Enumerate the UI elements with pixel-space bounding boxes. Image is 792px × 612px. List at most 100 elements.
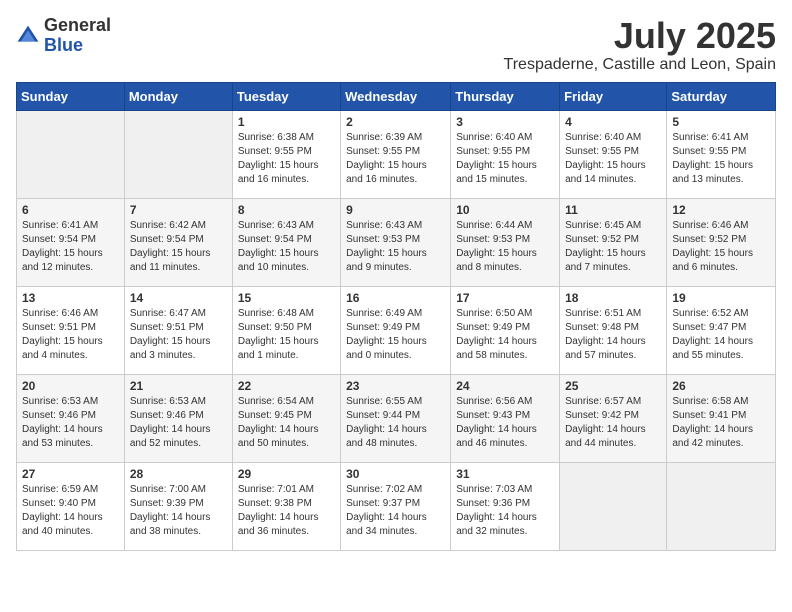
calendar-cell: 21Sunrise: 6:53 AM Sunset: 9:46 PM Dayli… — [124, 374, 232, 462]
day-number: 27 — [22, 467, 119, 481]
calendar-week-row: 20 Sunrise: 6:53 AM Sunset: 9:46 PM Dayli… — [17, 374, 776, 462]
day-number: 8 — [238, 203, 335, 217]
calendar-cell — [560, 462, 667, 550]
calendar-cell: 8 Sunrise: 6:43 AM Sunset: 9:54 PM Daylig… — [232, 198, 340, 286]
day-info: Sunrise: 6:41 AM Sunset: 9:54 PM Dayligh… — [22, 219, 119, 275]
day-number: 18 — [565, 291, 661, 305]
day-info: Sunrise: 6:51 AM Sunset: 9:48 PM Dayligh… — [565, 307, 661, 363]
title-block: July 2025 Trespaderne, Castille and Leon… — [504, 16, 776, 74]
day-info: Sunrise: 6:44 AM Sunset: 9:53 PM Dayligh… — [456, 219, 554, 275]
day-info: Sunrise: 7:03 AM Sunset: 9:36 PM Dayligh… — [456, 483, 554, 539]
day-info: Sunrise: 6:50 AM Sunset: 9:49 PM Dayligh… — [456, 307, 554, 363]
calendar-cell: 17 Sunrise: 6:50 AM Sunset: 9:49 PM Dayli… — [451, 286, 560, 374]
calendar-cell: 2Sunrise: 6:39 AM Sunset: 9:55 PM Daylig… — [341, 110, 451, 198]
day-number: 10 — [456, 203, 554, 217]
day-number: 19 — [672, 291, 770, 305]
day-number: 25 — [565, 379, 661, 393]
day-number: 11 — [565, 203, 661, 217]
day-info: Sunrise: 6:52 AM Sunset: 9:47 PM Dayligh… — [672, 307, 770, 363]
calendar-cell: 30 Sunrise: 7:02 AM Sunset: 9:37 PM Dayli… — [341, 462, 451, 550]
day-number: 5 — [672, 115, 770, 129]
calendar-cell: 28 Sunrise: 7:00 AM Sunset: 9:39 PM Dayli… — [124, 462, 232, 550]
day-number: 24 — [456, 379, 554, 393]
calendar-cell: 31 Sunrise: 7:03 AM Sunset: 9:36 PM Dayli… — [451, 462, 560, 550]
day-info: Sunrise: 6:59 AM Sunset: 9:40 PM Dayligh… — [22, 483, 119, 539]
calendar-cell: 18 Sunrise: 6:51 AM Sunset: 9:48 PM Dayli… — [560, 286, 667, 374]
location-title: Trespaderne, Castille and Leon, Spain — [504, 56, 776, 74]
weekday-header: Thursday — [451, 82, 560, 110]
day-number: 21 — [130, 379, 227, 393]
day-number: 31 — [456, 467, 554, 481]
calendar-cell: 7 Sunrise: 6:42 AM Sunset: 9:54 PM Daylig… — [124, 198, 232, 286]
day-info: Sunrise: 6:41 AM Sunset: 9:55 PM Dayligh… — [672, 131, 770, 187]
calendar-cell: 27 Sunrise: 6:59 AM Sunset: 9:40 PM Dayli… — [17, 462, 125, 550]
weekday-header: Friday — [560, 82, 667, 110]
calendar-cell: 29 Sunrise: 7:01 AM Sunset: 9:38 PM Dayli… — [232, 462, 340, 550]
day-info: Sunrise: 6:55 AM Sunset: 9:44 PM Dayligh… — [346, 395, 445, 451]
day-number: 26 — [672, 379, 770, 393]
calendar-cell — [667, 462, 776, 550]
calendar-week-row: 1 Sunrise: 6:38 AM Sunset: 9:55 PM Daylig… — [17, 110, 776, 198]
day-info: Sunrise: 6:56 AM Sunset: 9:43 PM Dayligh… — [456, 395, 554, 451]
calendar-cell: 19 Sunrise: 6:52 AM Sunset: 9:47 PM Dayli… — [667, 286, 776, 374]
day-info: Sunrise: 6:53 AM Sunset: 9:46 PM Dayligh… — [22, 395, 119, 451]
calendar-cell: 20 Sunrise: 6:53 AM Sunset: 9:46 PM Dayli… — [17, 374, 125, 462]
day-number: 7 — [130, 203, 227, 217]
day-number: 30 — [346, 467, 445, 481]
weekday-header: Tuesday — [232, 82, 340, 110]
day-number: 1 — [238, 115, 335, 129]
logo-general-text: General — [44, 15, 111, 35]
calendar-cell: 1 Sunrise: 6:38 AM Sunset: 9:55 PM Daylig… — [232, 110, 340, 198]
day-info: Sunrise: 6:43 AM Sunset: 9:53 PM Dayligh… — [346, 219, 445, 275]
calendar-cell: 3Sunrise: 6:40 AM Sunset: 9:55 PM Daylig… — [451, 110, 560, 198]
calendar-week-row: 13 Sunrise: 6:46 AM Sunset: 9:51 PM Dayli… — [17, 286, 776, 374]
day-number: 15 — [238, 291, 335, 305]
calendar-week-row: 27 Sunrise: 6:59 AM Sunset: 9:40 PM Dayli… — [17, 462, 776, 550]
day-info: Sunrise: 6:49 AM Sunset: 9:49 PM Dayligh… — [346, 307, 445, 363]
day-number: 9 — [346, 203, 445, 217]
day-info: Sunrise: 6:57 AM Sunset: 9:42 PM Dayligh… — [565, 395, 661, 451]
day-info: Sunrise: 6:38 AM Sunset: 9:55 PM Dayligh… — [238, 131, 335, 187]
calendar-cell: 6 Sunrise: 6:41 AM Sunset: 9:54 PM Daylig… — [17, 198, 125, 286]
page-header: General Blue July 2025 Trespaderne, Cast… — [16, 16, 776, 74]
day-info: Sunrise: 6:43 AM Sunset: 9:54 PM Dayligh… — [238, 219, 335, 275]
day-info: Sunrise: 6:40 AM Sunset: 9:55 PM Dayligh… — [565, 131, 661, 187]
day-number: 17 — [456, 291, 554, 305]
calendar-cell: 12Sunrise: 6:46 AM Sunset: 9:52 PM Dayli… — [667, 198, 776, 286]
logo-icon — [16, 24, 40, 48]
day-info: Sunrise: 6:46 AM Sunset: 9:51 PM Dayligh… — [22, 307, 119, 363]
calendar-week-row: 6 Sunrise: 6:41 AM Sunset: 9:54 PM Daylig… — [17, 198, 776, 286]
calendar-table: SundayMondayTuesdayWednesdayThursdayFrid… — [16, 82, 776, 551]
day-info: Sunrise: 7:01 AM Sunset: 9:38 PM Dayligh… — [238, 483, 335, 539]
calendar-cell: 11 Sunrise: 6:45 AM Sunset: 9:52 PM Dayli… — [560, 198, 667, 286]
logo-blue-text: Blue — [44, 35, 83, 55]
day-number: 28 — [130, 467, 227, 481]
day-info: Sunrise: 6:54 AM Sunset: 9:45 PM Dayligh… — [238, 395, 335, 451]
day-info: Sunrise: 7:00 AM Sunset: 9:39 PM Dayligh… — [130, 483, 227, 539]
calendar-cell: 9 Sunrise: 6:43 AM Sunset: 9:53 PM Daylig… — [341, 198, 451, 286]
day-number: 4 — [565, 115, 661, 129]
day-number: 12 — [672, 203, 770, 217]
day-info: Sunrise: 6:45 AM Sunset: 9:52 PM Dayligh… — [565, 219, 661, 275]
calendar-cell: 22 Sunrise: 6:54 AM Sunset: 9:45 PM Dayli… — [232, 374, 340, 462]
calendar-cell: 23Sunrise: 6:55 AM Sunset: 9:44 PM Dayli… — [341, 374, 451, 462]
calendar-cell: 5 Sunrise: 6:41 AM Sunset: 9:55 PM Daylig… — [667, 110, 776, 198]
day-number: 20 — [22, 379, 119, 393]
calendar-cell: 4 Sunrise: 6:40 AM Sunset: 9:55 PM Daylig… — [560, 110, 667, 198]
weekday-header: Wednesday — [341, 82, 451, 110]
day-number: 6 — [22, 203, 119, 217]
day-info: Sunrise: 7:02 AM Sunset: 9:37 PM Dayligh… — [346, 483, 445, 539]
day-info: Sunrise: 6:42 AM Sunset: 9:54 PM Dayligh… — [130, 219, 227, 275]
day-number: 29 — [238, 467, 335, 481]
day-number: 16 — [346, 291, 445, 305]
day-info: Sunrise: 6:47 AM Sunset: 9:51 PM Dayligh… — [130, 307, 227, 363]
calendar-cell — [17, 110, 125, 198]
month-title: July 2025 — [504, 16, 776, 56]
calendar-cell: 24 Sunrise: 6:56 AM Sunset: 9:43 PM Dayli… — [451, 374, 560, 462]
calendar-cell: 25 Sunrise: 6:57 AM Sunset: 9:42 PM Dayli… — [560, 374, 667, 462]
calendar-cell: 10 Sunrise: 6:44 AM Sunset: 9:53 PM Dayli… — [451, 198, 560, 286]
day-number: 13 — [22, 291, 119, 305]
day-number: 22 — [238, 379, 335, 393]
weekday-header: Saturday — [667, 82, 776, 110]
day-number: 3 — [456, 115, 554, 129]
